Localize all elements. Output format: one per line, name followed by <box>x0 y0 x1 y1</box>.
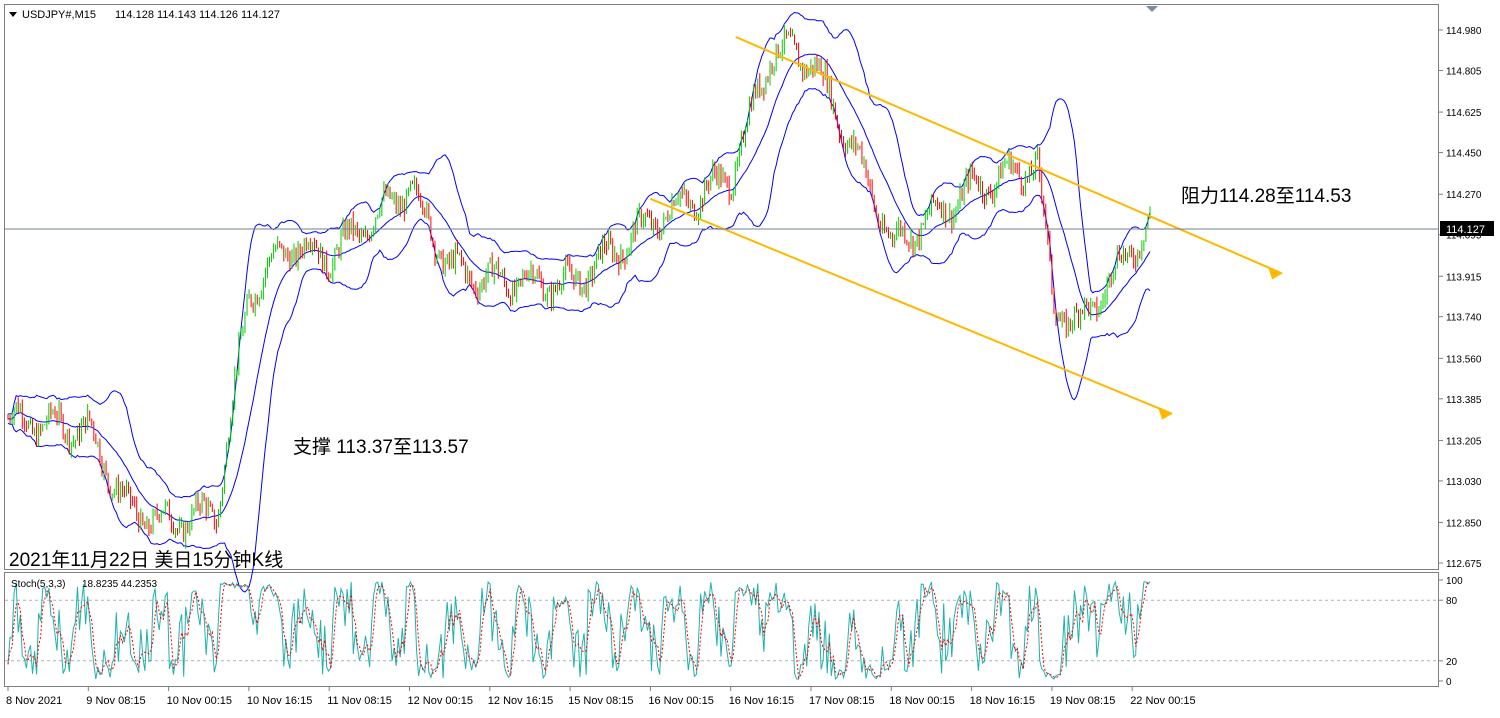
time-axis: 8 Nov 2021 9 Nov 08:15 10 Nov 00:15 10 Nov … <box>6 687 1196 707</box>
time-tick-label: 22 Nov 00:15 <box>1130 695 1195 707</box>
price-tick-label: 114.270 <box>1446 190 1482 201</box>
time-tick-label: 10 Nov 00:15 <box>167 695 232 707</box>
stoch-tick-label: 0 <box>1446 677 1452 688</box>
stoch-tick-label: 20 <box>1446 657 1458 668</box>
stoch-label: Stoch(5,3,3) <box>11 579 65 590</box>
stoch-values: 18.8235 44.2353 <box>82 579 158 590</box>
price-tick-label: 114.980 <box>1446 26 1482 37</box>
price-tick-label: 113.560 <box>1446 354 1482 365</box>
time-tick-label: 18 Nov 00:15 <box>889 695 954 707</box>
time-tick-label: 11 Nov 08:15 <box>327 695 392 707</box>
chart-caption: 2021年11月22日 美日15分钟K线 <box>9 549 283 571</box>
ohlc-values: 114.128 114.143 114.126 114.127 <box>115 9 280 21</box>
trading-chart[interactable]: 114.980114.805114.625114.450114.270114.0… <box>0 0 1500 718</box>
time-tick-label: 10 Nov 16:15 <box>247 695 312 707</box>
time-tick-label: 18 Nov 16:15 <box>970 695 1035 707</box>
stoch-tick-label: 100 <box>1446 576 1463 587</box>
price-tick-label: 113.205 <box>1446 436 1482 447</box>
current-price-label: 114.127 <box>1446 224 1485 236</box>
time-tick-label: 8 Nov 2021 <box>6 695 62 707</box>
time-tick-label: 16 Nov 00:15 <box>648 695 713 707</box>
time-tick-label: 19 Nov 08:15 <box>1050 695 1115 707</box>
price-tick-label: 112.675 <box>1446 559 1482 570</box>
price-tick-label: 113.030 <box>1446 477 1482 488</box>
support-annotation: 支撑 113.37至113.57 <box>293 436 469 458</box>
price-tick-label: 114.625 <box>1446 108 1482 119</box>
resistance-annotation: 阻力114.28至114.53 <box>1181 185 1351 207</box>
time-tick-label: 9 Nov 08:15 <box>86 695 145 707</box>
price-tick-label: 113.740 <box>1446 313 1482 324</box>
symbol-label: USDJPY#,M15 <box>22 9 96 21</box>
price-tick-label: 113.915 <box>1446 272 1482 283</box>
main-chart-panel[interactable] <box>4 4 1439 570</box>
price-tick-label: 112.850 <box>1446 519 1482 530</box>
time-tick-label: 15 Nov 08:15 <box>568 695 633 707</box>
price-tick-label: 114.805 <box>1446 66 1482 77</box>
time-tick-label: 12 Nov 00:15 <box>408 695 473 707</box>
price-tick-label: 113.385 <box>1446 395 1482 406</box>
price-axis: 114.980114.805114.625114.450114.270114.0… <box>1438 26 1482 570</box>
time-tick-label: 16 Nov 16:15 <box>729 695 794 707</box>
stoch-tick-label: 80 <box>1446 596 1458 607</box>
time-tick-label: 12 Nov 16:15 <box>488 695 553 707</box>
price-tick-label: 114.450 <box>1446 149 1482 160</box>
time-tick-label: 17 Nov 08:15 <box>809 695 874 707</box>
